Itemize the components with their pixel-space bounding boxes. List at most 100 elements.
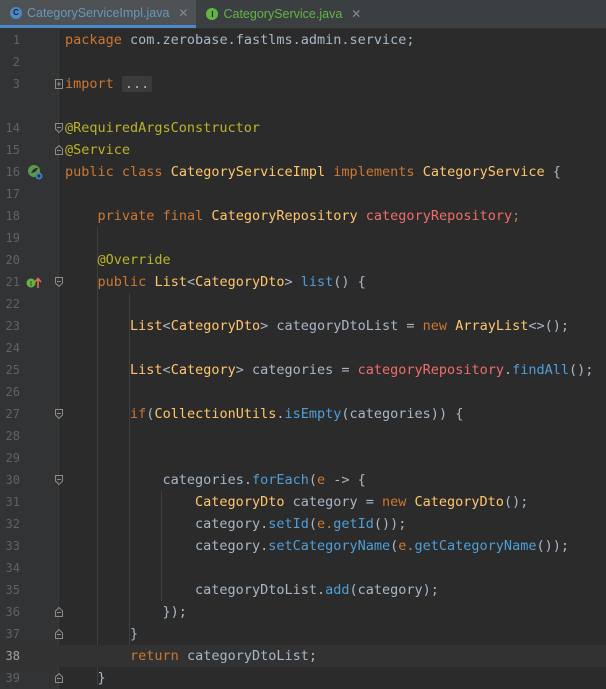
line-number: 32 [5, 517, 20, 531]
code-text: @Override [97, 252, 171, 268]
code-text: return categoryDtoList; [130, 648, 317, 664]
code-line: 16 public class CategoryServiceImpl impl… [0, 161, 606, 183]
line-number: 35 [5, 583, 20, 597]
code-line: 19 [0, 227, 606, 249]
line-number: 36 [5, 605, 20, 619]
code-line: 26 [0, 381, 606, 403]
code-line: 18 private final CategoryRepository cate… [0, 205, 606, 227]
interface-icon: I [206, 8, 219, 20]
code-line: 35 categoryDtoList.add(category); [0, 579, 606, 601]
code-line: 23 List<CategoryDto> categoryDtoList = n… [0, 315, 606, 337]
line-number: 25 [5, 363, 20, 377]
line-number: 28 [5, 429, 20, 443]
tab-category-service[interactable]: I CategoryService.java ✕ [196, 0, 369, 28]
fold-collapse-icon[interactable] [55, 123, 63, 133]
close-icon[interactable]: ✕ [178, 6, 188, 20]
class-icon: C [10, 6, 22, 19]
code-line: 14 @RequiredArgsConstructor [0, 117, 606, 139]
implements-method-icon[interactable]: I [26, 275, 42, 294]
code-line: 37 } [0, 623, 606, 645]
code-text: @Service [65, 142, 131, 158]
line-number: 38 [5, 649, 20, 663]
line-number: 39 [5, 671, 20, 685]
code-line: 32 category.setId(e.getId()); [0, 513, 606, 535]
code-line-current: 38 return categoryDtoList; [0, 645, 606, 667]
spring-bean-icon[interactable] [27, 164, 43, 184]
line-number: 19 [5, 231, 20, 245]
code-line: 2 [0, 51, 606, 73]
line-number: 18 [5, 209, 20, 223]
line-number: 24 [5, 341, 20, 355]
code-line: 20 @Override [0, 249, 606, 271]
code-text: } [97, 670, 106, 686]
line-number: 37 [5, 627, 20, 641]
code-line: 15 @Service [0, 139, 606, 161]
line-number: 17 [5, 187, 20, 201]
code-text: if(CollectionUtils.isEmpty(categories)) … [130, 406, 464, 422]
code-text: @RequiredArgsConstructor [65, 120, 261, 136]
code-text: List<CategoryDto> categoryDtoList = new … [130, 318, 569, 334]
line-number: 22 [5, 297, 20, 311]
line-number: 21 [5, 275, 20, 289]
code-text: List<Category> categories = categoryRepo… [130, 362, 594, 378]
code-line: 29 [0, 447, 606, 469]
editor-tab-bar: C CategoryServiceImpl.java ✕ I CategoryS… [0, 0, 606, 29]
code-line: 39 } [0, 667, 606, 689]
code-line: 25 List<Category> categories = categoryR… [0, 359, 606, 381]
code-line: 30 categories.forEach(e -> { [0, 469, 606, 491]
line-number: 33 [5, 539, 20, 553]
line-number: 27 [5, 407, 20, 421]
code-text: categoryDtoList.add(category); [195, 582, 439, 598]
fold-collapse-icon[interactable] [55, 475, 63, 485]
fold-collapse-icon[interactable] [55, 277, 63, 287]
fold-end-icon[interactable] [55, 629, 63, 639]
line-number: 1 [12, 33, 20, 47]
folded-imports[interactable]: ... [121, 76, 153, 92]
code-text: category.setCategoryName(e.getCategoryNa… [195, 538, 569, 554]
line-number: 16 [5, 165, 20, 179]
code-line: 22 [0, 293, 606, 315]
code-line: 33 category.setCategoryName(e.getCategor… [0, 535, 606, 557]
line-number: 31 [5, 495, 20, 509]
code-line: 28 [0, 425, 606, 447]
code-text: category.setId(e.getId()); [195, 516, 407, 532]
code-line: 27 if(CollectionUtils.isEmpty(categories… [0, 403, 606, 425]
tab-label: CategoryService.java [223, 7, 343, 21]
line-number: 20 [5, 253, 20, 267]
code-line: 3 import ... [0, 73, 606, 95]
code-text: categories.forEach(e -> { [162, 472, 366, 488]
line-number: 23 [5, 319, 20, 333]
svg-text:I: I [30, 280, 32, 288]
code-text: public List<CategoryDto> list() { [97, 274, 366, 290]
line-number: 2 [12, 55, 20, 69]
tab-label: CategoryServiceImpl.java [27, 5, 170, 20]
code-text: import ... [65, 73, 153, 95]
code-text: CategoryDto category = new CategoryDto()… [195, 494, 529, 510]
line-number: 15 [5, 143, 20, 157]
code-text: } [130, 626, 139, 642]
fold-expand-icon[interactable] [55, 79, 63, 89]
code-line: 31 CategoryDto category = new CategoryDt… [0, 491, 606, 513]
code-text: }); [162, 604, 187, 620]
code-line: 17 [0, 183, 606, 205]
code-line: 21 I public List<CategoryDto> list() { [0, 271, 606, 293]
line-number: 34 [5, 561, 20, 575]
line-number: 14 [5, 121, 20, 135]
tab-category-service-impl[interactable]: C CategoryServiceImpl.java ✕ [0, 0, 197, 28]
code-text: private final CategoryRepository categor… [97, 208, 521, 224]
code-text: public class CategoryServiceImpl impleme… [65, 164, 561, 180]
line-number: 26 [5, 385, 20, 399]
close-icon[interactable]: ✕ [351, 7, 361, 21]
code-editor[interactable]: 1 package com.zerobase.fastlms.admin.ser… [0, 29, 606, 689]
fold-end-icon[interactable] [55, 607, 63, 617]
fold-collapse-icon[interactable] [55, 409, 63, 419]
fold-end-icon[interactable] [55, 145, 63, 155]
code-line: 1 package com.zerobase.fastlms.admin.ser… [0, 29, 606, 51]
code-line: 34 [0, 557, 606, 579]
fold-end-icon[interactable] [55, 673, 63, 683]
code-line: 24 [0, 337, 606, 359]
line-number: 29 [5, 451, 20, 465]
code-line: 36 }); [0, 601, 606, 623]
line-number: 3 [12, 77, 20, 91]
line-number: 30 [5, 473, 20, 487]
